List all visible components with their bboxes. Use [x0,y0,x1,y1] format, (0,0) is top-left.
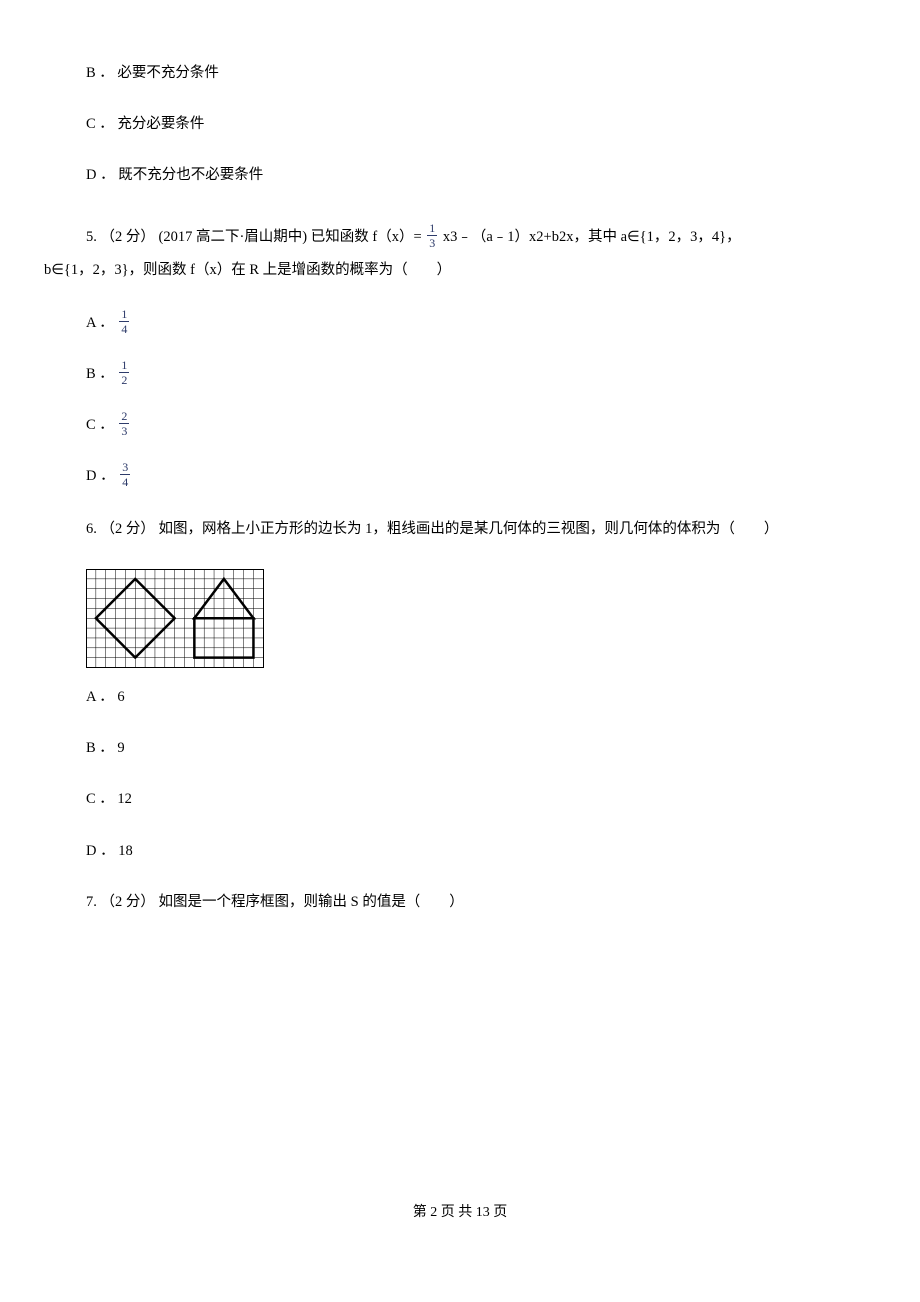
q7-stem: 7. （2 分） 如图是一个程序框图，则输出 S 的值是（ ） [44,891,876,914]
fraction-denominator: 4 [120,475,130,488]
q5-option-a: A ． 1 4 [44,310,876,337]
fraction-3-4: 3 4 [120,461,130,488]
q4-option-d: D ． 既不充分也不必要条件 [44,164,876,187]
fraction-numerator: 1 [119,308,129,322]
q5-text-line2: b∈{1，2，3}，则函数 f（x）在 R 上是增函数的概率为（ ） [44,259,876,282]
fraction-numerator: 1 [119,359,129,373]
page: B ． 必要不充分条件 C ． 充分必要条件 D ． 既不充分也不必要条件 5.… [0,0,920,1302]
q5-option-c: C ． 2 3 [44,412,876,439]
option-label: D ． [86,465,115,488]
q5-text-a: 5. （2 分） (2017 高二下·眉山期中) 已知函数 f（x）= [86,228,425,244]
q5-stem: 5. （2 分） (2017 高二下·眉山期中) 已知函数 f（x）= 1 3 … [44,224,876,282]
q6-option-d: D ． 18 [44,840,876,863]
q4-option-b: B ． 必要不充分条件 [44,62,876,85]
q6-stem: 6. （2 分） 如图，网格上小正方形的边长为 1，粗线画出的是某几何体的三视图… [44,518,876,541]
fraction-1-2: 1 2 [119,359,129,386]
q5-text-b: x3﹣（a﹣1）x2+b2x，其中 a∈{1，2，3，4}， [443,228,741,244]
three-view-diagram [86,569,264,668]
fraction-numerator: 3 [120,461,130,475]
q5-option-b: B ． 1 2 [44,361,876,388]
q6-option-c: C ． 12 [44,788,876,811]
fraction-numerator: 2 [119,410,129,424]
q5-fraction-1-3: 1 3 [427,222,437,249]
q5-option-d: D ． 3 4 [44,463,876,490]
fraction-denominator: 2 [119,373,129,386]
option-label: C ． [86,414,114,437]
q6-option-a: A ． 6 [44,686,876,709]
fraction-denominator: 4 [119,322,129,335]
q4-option-c: C ． 充分必要条件 [44,113,876,136]
fraction-numerator: 1 [427,222,437,236]
option-label: A ． [86,312,114,335]
fraction-denominator: 3 [427,236,437,249]
fraction-1-4: 1 4 [119,308,129,335]
fraction-2-3: 2 3 [119,410,129,437]
fraction-denominator: 3 [119,424,129,437]
page-footer: 第 2 页 共 13 页 [0,1202,920,1224]
q6-option-b: B ． 9 [44,737,876,760]
option-label: B ． [86,363,114,386]
